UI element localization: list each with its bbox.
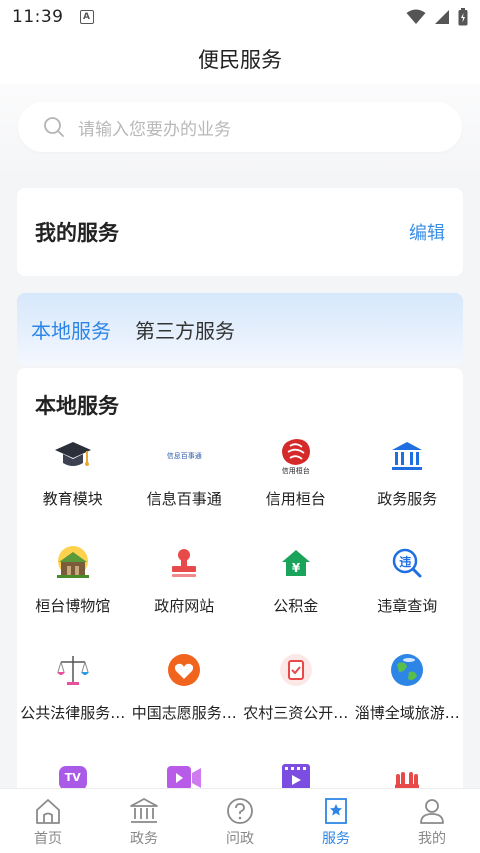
service-label: 中国志愿服务… xyxy=(131,704,237,722)
page-title: 便民服务 xyxy=(198,48,282,72)
service-label: 政府网站 xyxy=(154,597,215,615)
battery-icon xyxy=(458,8,468,26)
graduation-cap-icon xyxy=(53,436,93,476)
nav-item-government[interactable]: 政务 xyxy=(96,789,192,853)
service-label: 公积金 xyxy=(273,597,319,615)
checklist-icon xyxy=(276,650,316,690)
service-item-legal[interactable]: 公共法律服务… xyxy=(17,650,129,757)
scales-icon xyxy=(53,650,93,690)
info-banner-icon: 信息百事通 xyxy=(166,452,202,460)
service-item-housing-fund[interactable]: ¥ 公积金 xyxy=(240,543,352,650)
service-item-gov-website[interactable]: 政府网站 xyxy=(129,543,241,650)
museum-icon xyxy=(53,543,93,583)
stamp-icon xyxy=(164,543,204,583)
signal-icon xyxy=(435,10,449,24)
credit-logo-icon: 信用桓台 xyxy=(276,436,316,476)
nav-label: 服务 xyxy=(322,831,350,847)
tab-local-services[interactable]: 本地服务 xyxy=(31,315,111,344)
service-label: 违章查询 xyxy=(377,597,438,615)
service-item-tourism[interactable]: 淄博全域旅游… xyxy=(352,650,464,757)
star-bookmark-icon xyxy=(325,798,347,824)
nav-item-home[interactable]: 首页 xyxy=(0,789,96,853)
service-grid: 教育模块 信息百事通 信息百事通 信用桓台 信用桓台 政务服务 桓台博物馆 政府… xyxy=(17,436,463,808)
service-item-gov-services[interactable]: 政务服务 xyxy=(352,436,464,543)
status-bar: 11:39 A xyxy=(0,0,480,34)
my-services-title: 我的服务 xyxy=(35,221,119,245)
user-icon xyxy=(420,799,444,824)
government-building-icon xyxy=(387,436,427,476)
service-label: 信息百事通 xyxy=(146,490,222,508)
status-time: 11:39 xyxy=(12,7,64,27)
service-item-museum[interactable]: 桓台博物馆 xyxy=(17,543,129,650)
bottom-nav: 首页 政务 问政 服务 我的 xyxy=(0,788,480,853)
service-item-violation[interactable]: 违 违章查询 xyxy=(352,543,464,650)
search-area: 请输入您要办的业务 xyxy=(0,84,480,170)
wifi-icon xyxy=(406,9,426,24)
my-services-card: 我的服务 编辑 xyxy=(17,188,463,276)
violation-search-icon: 违 xyxy=(387,543,427,583)
local-services-title: 本地服务 xyxy=(35,394,119,418)
service-item-info[interactable]: 信息百事通 信息百事通 xyxy=(129,436,241,543)
service-label: 教育模块 xyxy=(42,490,103,508)
globe-icon xyxy=(387,650,427,690)
service-item-volunteer[interactable]: 中国志愿服务… xyxy=(129,650,241,757)
service-item-rural-assets[interactable]: 农村三资公开… xyxy=(240,650,352,757)
nav-label: 问政 xyxy=(226,831,254,847)
search-icon xyxy=(44,117,64,137)
question-icon xyxy=(227,798,253,824)
local-services-card: 本地服务 教育模块 信息百事通 信息百事通 信用桓台 信用桓台 政务服务 桓台博… xyxy=(17,368,463,808)
title-bar: 便民服务 xyxy=(0,34,480,84)
svg-text:¥: ¥ xyxy=(292,561,301,575)
nav-label: 首页 xyxy=(34,831,62,847)
service-label: 桓台博物馆 xyxy=(35,597,111,615)
nav-label: 我的 xyxy=(418,831,446,847)
volunteer-heart-icon xyxy=(164,650,204,690)
service-label: 公共法律服务… xyxy=(20,704,126,722)
a-badge-icon: A xyxy=(79,10,94,24)
service-item-credit[interactable]: 信用桓台 信用桓台 xyxy=(240,436,352,543)
service-item-education[interactable]: 教育模块 xyxy=(17,436,129,543)
service-label: 淄博全域旅游… xyxy=(354,704,460,722)
nav-item-services[interactable]: 服务 xyxy=(288,789,384,853)
service-label: 农村三资公开… xyxy=(243,704,349,722)
search-input[interactable]: 请输入您要办的业务 xyxy=(18,102,462,152)
home-icon xyxy=(36,799,60,824)
building-icon xyxy=(130,798,158,823)
service-label: 政务服务 xyxy=(377,490,438,508)
status-indicators xyxy=(406,8,468,26)
search-placeholder: 请输入您要办的业务 xyxy=(78,119,231,140)
nav-label: 政务 xyxy=(130,831,158,847)
tab-third-party-services[interactable]: 第三方服务 xyxy=(135,315,235,344)
edit-button[interactable]: 编辑 xyxy=(409,219,445,245)
nav-item-inquiry[interactable]: 问政 xyxy=(192,789,288,853)
nav-item-mine[interactable]: 我的 xyxy=(384,789,480,853)
service-label: 信用桓台 xyxy=(265,490,326,508)
service-tabs: 本地服务 第三方服务 xyxy=(17,293,463,393)
house-yen-icon: ¥ xyxy=(276,543,316,583)
